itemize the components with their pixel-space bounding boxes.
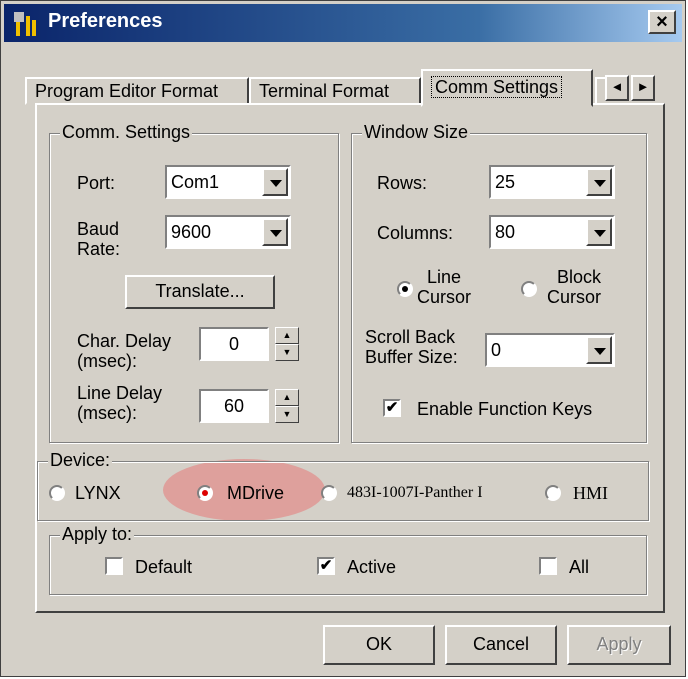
rows-select[interactable]: 25 [489, 165, 615, 199]
ok-button[interactable]: OK [323, 625, 435, 665]
line-delay-input[interactable]: 60 [199, 389, 269, 423]
line-cursor-label-line1: Line [427, 267, 462, 287]
spin-up-icon[interactable]: ▲ [275, 389, 299, 406]
block-cursor-radio[interactable] [521, 281, 537, 297]
rows-value: 25 [495, 172, 516, 192]
apply-all-label: All [569, 557, 590, 577]
chevron-down-icon[interactable] [262, 168, 288, 196]
columns-value: 80 [495, 222, 516, 242]
block-cursor-label-line2: Cursor [547, 287, 602, 307]
device-legend: Device: [48, 450, 113, 471]
tab-scroll-right-button[interactable]: ► [631, 75, 655, 101]
line-delay-label-line2: (msec): [77, 403, 137, 423]
block-cursor-label-line1: Block [557, 267, 602, 287]
enable-function-keys-label: Enable Function Keys [417, 399, 593, 419]
device-lynx-label: LYNX [75, 483, 121, 503]
char-delay-input[interactable]: 0 [199, 327, 269, 361]
line-delay-label-line1: Line Delay [77, 383, 163, 403]
spin-up-icon[interactable]: ▲ [275, 327, 299, 344]
apply-all-checkbox[interactable] [539, 557, 557, 575]
chevron-down-icon[interactable] [586, 336, 612, 364]
baud-rate-label-line1: Baud [77, 219, 120, 239]
apply-active-checkbox[interactable]: ✔ [317, 557, 335, 575]
device-panther-radio[interactable] [321, 485, 337, 501]
tab-label: Terminal Format [259, 81, 390, 101]
port-label: Port: [77, 173, 116, 193]
tab-program-editor-format[interactable]: Program Editor Format [25, 77, 249, 105]
line-delay-spinner[interactable]: ▲ ▼ [275, 389, 299, 423]
scroll-back-label-line2: Buffer Size: [365, 347, 458, 367]
port-select[interactable]: Com1 [165, 165, 291, 199]
line-cursor-label-line2: Cursor [417, 287, 472, 307]
columns-select[interactable]: 80 [489, 215, 615, 249]
char-delay-label-line1: Char. Delay [77, 331, 172, 351]
title-bar[interactable]: Preferences × [4, 4, 682, 42]
comm-settings-legend: Comm. Settings [60, 122, 193, 143]
port-value: Com1 [171, 172, 220, 192]
device-lynx-radio[interactable] [49, 485, 65, 501]
window-size-legend: Window Size [362, 122, 471, 143]
line-cursor-radio[interactable] [397, 281, 413, 297]
device-mdrive-radio[interactable] [197, 485, 213, 501]
app-icon [14, 12, 36, 36]
translate-button[interactable]: Translate... [125, 275, 275, 309]
device-panther-label: 483I-1007I-Panther I [347, 484, 483, 501]
apply-default-checkbox[interactable] [105, 557, 123, 575]
tab-comm-settings[interactable]: Comm Settings [421, 69, 593, 107]
scroll-back-value: 0 [491, 340, 502, 360]
spin-down-icon[interactable]: ▼ [275, 344, 299, 361]
device-hmi-label: HMI [573, 483, 608, 503]
columns-label: Columns: [377, 223, 454, 243]
chevron-down-icon[interactable] [586, 168, 612, 196]
tab-label: Program Editor Format [35, 81, 219, 101]
baud-rate-select[interactable]: 9600 [165, 215, 291, 249]
chevron-down-icon[interactable] [262, 218, 288, 246]
close-button[interactable]: × [648, 10, 676, 34]
rows-label: Rows: [377, 173, 428, 193]
spin-down-icon[interactable]: ▼ [275, 406, 299, 423]
baud-rate-label-line2: Rate: [77, 239, 121, 259]
char-delay-label-line2: (msec): [77, 351, 137, 371]
apply-active-label: Active [347, 557, 397, 577]
tab-terminal-format[interactable]: Terminal Format [249, 77, 421, 105]
chevron-down-icon[interactable] [586, 218, 612, 246]
baud-rate-value: 9600 [171, 222, 212, 242]
preferences-window: Preferences × Program Editor Format Term… [0, 0, 686, 677]
apply-default-label: Default [135, 557, 193, 577]
device-mdrive-label: MDrive [227, 483, 284, 503]
apply-button[interactable]: Apply [567, 625, 671, 665]
tab-scroll-left-button[interactable]: ◄ [605, 75, 629, 101]
apply-to-legend: Apply to: [60, 524, 135, 545]
enable-function-keys-checkbox[interactable]: ✔ [383, 399, 401, 417]
scroll-back-select[interactable]: 0 [485, 333, 615, 367]
char-delay-spinner[interactable]: ▲ ▼ [275, 327, 299, 361]
window-title: Preferences [48, 10, 163, 32]
scroll-back-label-line1: Scroll Back [365, 327, 456, 347]
tab-label: Comm Settings [431, 76, 563, 98]
cancel-button[interactable]: Cancel [445, 625, 557, 665]
device-hmi-radio[interactable] [545, 485, 561, 501]
